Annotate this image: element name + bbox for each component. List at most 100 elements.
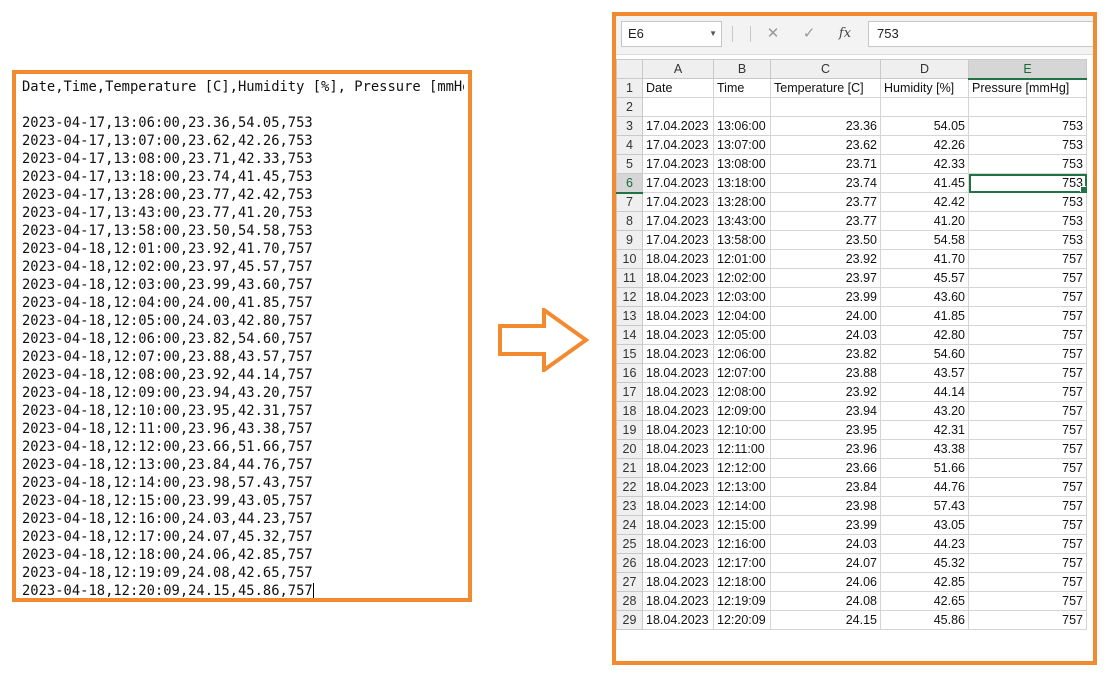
cell-a25[interactable]: 18.04.2023 [642,534,714,554]
cell-d27[interactable]: 42.85 [880,572,969,592]
formula-input[interactable]: 753 [868,21,1093,47]
cell-a9[interactable]: 17.04.2023 [642,230,714,250]
cell-d22[interactable]: 44.76 [880,477,969,497]
cell-a18[interactable]: 18.04.2023 [642,401,714,421]
cell-a10[interactable]: 18.04.2023 [642,249,714,269]
cell-c13[interactable]: 24.00 [770,306,881,326]
cell-d4[interactable]: 42.26 [880,135,969,155]
cell-c1[interactable]: Temperature [C] [770,78,881,98]
cell-b20[interactable]: 12:11:00 [713,439,771,459]
cell-a11[interactable]: 18.04.2023 [642,268,714,288]
select-all-corner[interactable] [616,59,643,79]
cell-d23[interactable]: 57.43 [880,496,969,516]
cell-d6[interactable]: 41.45 [880,173,969,193]
cell-e21[interactable]: 757 [968,458,1087,478]
cell-d11[interactable]: 45.57 [880,268,969,288]
row-header[interactable]: 10 [616,249,643,269]
cell-b11[interactable]: 12:02:00 [713,268,771,288]
cell-e4[interactable]: 753 [968,135,1087,155]
cell-e7[interactable]: 753 [968,192,1087,212]
cell-b4[interactable]: 13:07:00 [713,135,771,155]
cell-c2[interactable] [770,97,881,117]
cell-a14[interactable]: 18.04.2023 [642,325,714,345]
cell-d1[interactable]: Humidity [%] [880,78,969,98]
cell-b7[interactable]: 13:28:00 [713,192,771,212]
cell-c29[interactable]: 24.15 [770,610,881,630]
cell-c27[interactable]: 24.06 [770,572,881,592]
cell-c21[interactable]: 23.66 [770,458,881,478]
cell-c15[interactable]: 23.82 [770,344,881,364]
cell-b17[interactable]: 12:08:00 [713,382,771,402]
cell-c6[interactable]: 23.74 [770,173,881,193]
cell-c23[interactable]: 23.98 [770,496,881,516]
cell-c12[interactable]: 23.99 [770,287,881,307]
cell-b10[interactable]: 12:01:00 [713,249,771,269]
cell-a20[interactable]: 18.04.2023 [642,439,714,459]
cell-e9[interactable]: 753 [968,230,1087,250]
cell-a21[interactable]: 18.04.2023 [642,458,714,478]
cell-d20[interactable]: 43.38 [880,439,969,459]
cell-c20[interactable]: 23.96 [770,439,881,459]
cell-d13[interactable]: 41.85 [880,306,969,326]
cell-e2[interactable] [968,97,1087,117]
cell-d28[interactable]: 42.65 [880,591,969,611]
cell-e13[interactable]: 757 [968,306,1087,326]
cell-e6[interactable]: 753 [968,173,1087,193]
cell-a13[interactable]: 18.04.2023 [642,306,714,326]
cell-a8[interactable]: 17.04.2023 [642,211,714,231]
row-header[interactable]: 15 [616,344,643,364]
cell-c25[interactable]: 24.03 [770,534,881,554]
cell-a26[interactable]: 18.04.2023 [642,553,714,573]
cell-b19[interactable]: 12:10:00 [713,420,771,440]
cell-e3[interactable]: 753 [968,116,1087,136]
cell-e20[interactable]: 757 [968,439,1087,459]
cell-e15[interactable]: 757 [968,344,1087,364]
cell-c14[interactable]: 24.03 [770,325,881,345]
cell-c7[interactable]: 23.77 [770,192,881,212]
cell-a24[interactable]: 18.04.2023 [642,515,714,535]
cell-d7[interactable]: 42.42 [880,192,969,212]
cell-c9[interactable]: 23.50 [770,230,881,250]
row-header[interactable]: 28 [616,591,643,611]
csv-text-content[interactable]: Date,Time,Temperature [C],Humidity [%], … [22,78,464,600]
cell-b28[interactable]: 12:19:09 [713,591,771,611]
column-header-d[interactable]: D [880,59,969,79]
row-header[interactable]: 13 [616,306,643,326]
cell-a23[interactable]: 18.04.2023 [642,496,714,516]
row-header[interactable]: 29 [616,610,643,630]
name-box[interactable]: E6 ▼ [621,21,722,47]
cell-d26[interactable]: 45.32 [880,553,969,573]
row-header[interactable]: 5 [616,154,643,174]
cell-b16[interactable]: 12:07:00 [713,363,771,383]
enter-check-icon[interactable]: ✓ [798,22,820,46]
cell-c22[interactable]: 23.84 [770,477,881,497]
cell-a1[interactable]: Date [642,78,714,98]
cell-a19[interactable]: 18.04.2023 [642,420,714,440]
csv-text-panel[interactable]: Date,Time,Temperature [C],Humidity [%], … [12,70,472,602]
row-header[interactable]: 20 [616,439,643,459]
cell-a4[interactable]: 17.04.2023 [642,135,714,155]
cell-b13[interactable]: 12:04:00 [713,306,771,326]
row-header[interactable]: 12 [616,287,643,307]
cell-e28[interactable]: 757 [968,591,1087,611]
cell-b27[interactable]: 12:18:00 [713,572,771,592]
cell-e12[interactable]: 757 [968,287,1087,307]
cell-b14[interactable]: 12:05:00 [713,325,771,345]
cell-b21[interactable]: 12:12:00 [713,458,771,478]
column-header-a[interactable]: A [642,59,714,79]
cell-d5[interactable]: 42.33 [880,154,969,174]
cell-b23[interactable]: 12:14:00 [713,496,771,516]
cell-d17[interactable]: 44.14 [880,382,969,402]
row-header[interactable]: 17 [616,382,643,402]
cell-e17[interactable]: 757 [968,382,1087,402]
cell-a2[interactable] [642,97,714,117]
column-header-c[interactable]: C [770,59,881,79]
cell-e23[interactable]: 757 [968,496,1087,516]
cell-b2[interactable] [713,97,771,117]
cell-d12[interactable]: 43.60 [880,287,969,307]
cell-c19[interactable]: 23.95 [770,420,881,440]
cell-d8[interactable]: 41.20 [880,211,969,231]
row-header[interactable]: 24 [616,515,643,535]
cell-d3[interactable]: 54.05 [880,116,969,136]
cell-b26[interactable]: 12:17:00 [713,553,771,573]
